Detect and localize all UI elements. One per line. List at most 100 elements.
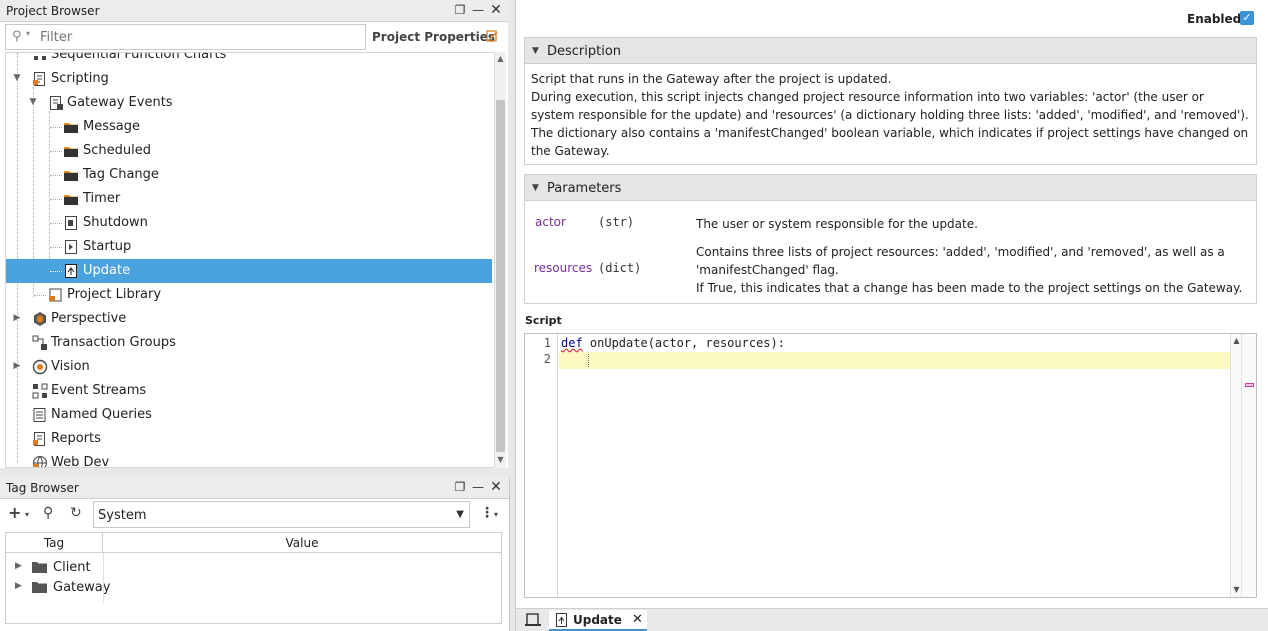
parameter-description: The user or system responsible for the u…	[696, 217, 978, 231]
search-icon[interactable]: ⚲	[43, 505, 53, 521]
enabled-label: Enabled	[1187, 12, 1242, 26]
tab-update[interactable]: Update ✕	[549, 610, 647, 631]
minimize-icon[interactable]: —	[470, 479, 486, 495]
collapsed-toggle-icon[interactable]: ▶	[12, 361, 22, 371]
project-properties-icon[interactable]	[485, 29, 499, 43]
tree-item-shutdown[interactable]: Shutdown	[6, 211, 492, 235]
restore-icon[interactable]: ❐	[452, 2, 468, 18]
description-title: Description	[547, 44, 622, 59]
enabled-checkbox[interactable]: ✓	[1240, 11, 1254, 25]
tree-item-label: Web Dev	[51, 455, 110, 468]
tree-item-label: Sequential Function Charts	[51, 52, 227, 62]
scrollbar-thumb[interactable]	[496, 100, 505, 452]
code-editor[interactable]: 1 2 def onUpdate(actor, resources): ▲ ▼	[524, 333, 1257, 598]
reports-icon	[33, 432, 45, 446]
code-line-1[interactable]: def onUpdate(actor, resources):	[561, 336, 785, 350]
tree-item-label: Gateway Events	[67, 95, 173, 110]
expanded-toggle-icon[interactable]: ▼	[532, 183, 539, 193]
tree-item-startup[interactable]: Startup	[6, 235, 492, 259]
close-icon[interactable]: ✕	[488, 2, 504, 18]
filter-input-box[interactable]: ⚲ ▾	[5, 24, 366, 50]
expanded-toggle-icon[interactable]: ▼	[12, 73, 22, 83]
chevron-down-icon[interactable]: ▾	[26, 29, 30, 38]
tree-item-sequential-function-charts[interactable]: Sequential Function Charts	[6, 52, 492, 67]
add-icon[interactable]: +	[8, 503, 21, 522]
transaction-groups-icon	[32, 335, 47, 350]
perspective-icon	[34, 312, 46, 326]
text-caret	[588, 354, 589, 367]
expanded-toggle-icon[interactable]: ▼	[532, 46, 539, 56]
column-header-value[interactable]: Value	[103, 533, 501, 553]
project-browser-panel: Project Browser ❐ — ✕ ⚲ ▾ Project Proper…	[0, 0, 510, 474]
restore-icon[interactable]: ❐	[452, 479, 468, 495]
refresh-icon[interactable]: ↻	[70, 505, 82, 521]
tag-row-gateway[interactable]: ▶ Gateway	[6, 577, 110, 597]
script-icon	[33, 72, 45, 86]
tree-item-event-streams[interactable]: Event Streams	[6, 379, 492, 403]
filter-input[interactable]	[40, 28, 360, 46]
horizontal-splitter[interactable]	[0, 468, 508, 477]
collapsed-toggle-icon[interactable]: ▶	[12, 313, 22, 323]
code-text: onUpdate(actor, resources):	[582, 336, 785, 350]
more-options-icon[interactable]: ⋮	[480, 505, 494, 521]
parameter-name: resources	[534, 261, 593, 275]
tree-item-scripting[interactable]: ▼ Scripting	[6, 67, 492, 91]
chevron-down-icon[interactable]: ▼	[456, 509, 464, 520]
scroll-up-icon[interactable]: ▲	[495, 54, 506, 63]
error-marker[interactable]	[1245, 383, 1254, 387]
project-tree: Sequential Function Charts ▼ Scripting ▼…	[5, 52, 494, 468]
chevron-down-icon[interactable]: ▾	[494, 510, 498, 519]
script-file-icon	[65, 216, 77, 230]
parameter-type: (dict)	[598, 261, 642, 275]
parameters-header[interactable]: ▼ Parameters	[525, 175, 1256, 201]
close-tab-icon[interactable]: ✕	[632, 612, 643, 627]
parameter-description: Contains three lists of project resource…	[696, 243, 1246, 297]
tree-item-update[interactable]: Update	[6, 259, 492, 283]
parameters-section: ▼ Parameters actor (str) The user or sys…	[524, 174, 1257, 304]
parameter-name: actor	[535, 215, 566, 229]
script-label: Script	[525, 314, 562, 327]
tree-item-reports[interactable]: Reports	[6, 427, 492, 451]
minimize-icon[interactable]: —	[470, 2, 486, 18]
tree-item-vision[interactable]: ▶ Vision	[6, 355, 492, 379]
tag-provider-select[interactable]: System ▼	[93, 501, 470, 528]
folder-icon	[64, 195, 78, 205]
tree-item-transaction-groups[interactable]: Transaction Groups	[6, 331, 492, 355]
tree-item-tag-change[interactable]: Tag Change	[6, 163, 492, 187]
close-icon[interactable]: ✕	[488, 479, 504, 495]
tree-item-named-queries[interactable]: Named Queries	[6, 403, 492, 427]
collapsed-toggle-icon[interactable]: ▶	[15, 561, 22, 571]
tree-item-project-library[interactable]: Project Library	[6, 283, 492, 307]
chevron-down-icon[interactable]: ▾	[25, 510, 29, 519]
search-icon[interactable]: ⚲	[12, 29, 22, 44]
workspace-icon[interactable]	[524, 612, 544, 628]
tree-item-label: Perspective	[51, 311, 127, 326]
parameters-title: Parameters	[547, 181, 622, 196]
column-header-tag[interactable]: Tag	[6, 533, 103, 553]
tag-row-client[interactable]: ▶ Client	[6, 557, 103, 577]
tag-row-label: Gateway	[53, 580, 111, 595]
script-editor-panel: Enabled ✓ ▼ Description Script that runs…	[515, 0, 1268, 631]
tree-item-label: Scripting	[51, 71, 109, 86]
tag-table: Tag Value ▶ Client ▶ Gateway	[5, 532, 502, 624]
vision-icon	[32, 359, 48, 375]
scroll-down-icon[interactable]: ▼	[495, 455, 506, 464]
description-header[interactable]: ▼ Description	[525, 38, 1256, 64]
tree-item-timer[interactable]: Timer	[6, 187, 492, 211]
folder-icon	[64, 171, 78, 181]
error-marker-strip	[1241, 334, 1256, 597]
tree-item-web-dev[interactable]: Web Dev	[6, 451, 492, 468]
project-properties-button[interactable]: Project Properties	[372, 30, 495, 44]
tree-item-scheduled[interactable]: Scheduled	[6, 139, 492, 163]
code-scrollbar[interactable]: ▲ ▼	[1230, 334, 1241, 597]
project-tree-scrollbar[interactable]: ▲ ▼	[494, 52, 506, 468]
tree-item-message[interactable]: Message	[6, 115, 492, 139]
tree-item-perspective[interactable]: ▶ Perspective	[6, 307, 492, 331]
tag-browser-title: Tag Browser	[6, 481, 79, 495]
tab-label: Update	[573, 613, 622, 627]
expanded-toggle-icon[interactable]: ▼	[28, 97, 38, 107]
gateway-events-icon	[50, 96, 63, 110]
line-number: 1	[543, 336, 551, 350]
tree-item-gateway-events[interactable]: ▼ Gateway Events	[6, 91, 492, 115]
collapsed-toggle-icon[interactable]: ▶	[15, 581, 22, 591]
